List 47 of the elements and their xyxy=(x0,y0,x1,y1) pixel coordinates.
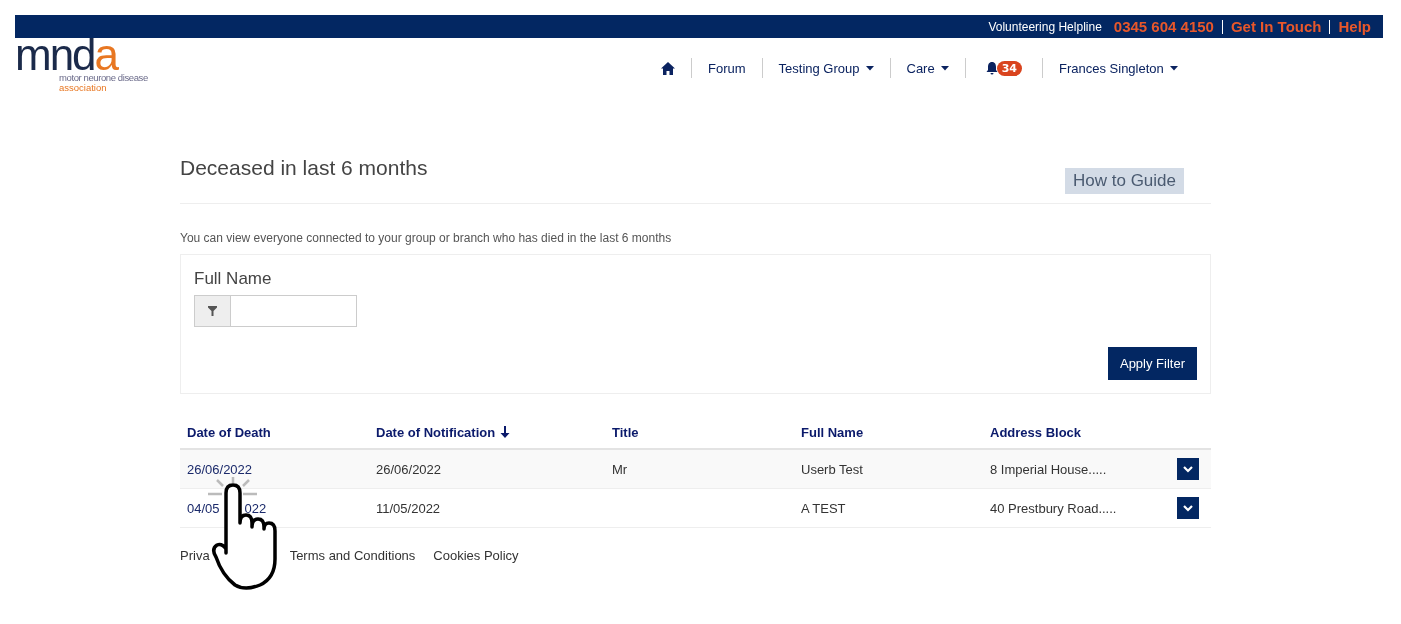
logo-tagline: motor neurone disease xyxy=(58,72,149,83)
date-link[interactable]: 26/06/2022 xyxy=(187,461,253,477)
apply-filter-button[interactable]: Apply Filter xyxy=(1107,347,1197,380)
nav-link[interactable]: Forum xyxy=(708,60,746,76)
table-cell: Userb Test xyxy=(801,461,863,477)
helpline-phone: 0345 604 4150 xyxy=(1113,18,1214,35)
caret-icon xyxy=(940,65,949,71)
notification-badge: 34 xyxy=(996,60,1022,76)
home-icon[interactable] xyxy=(661,61,675,75)
column-header[interactable]: Address Block xyxy=(990,424,1082,440)
intro-text: You can view everyone connected to your group or branch who has died in the last 6 months xyxy=(180,231,673,245)
top-link[interactable]: Get In Touch xyxy=(1230,18,1322,35)
footer-link[interactable]: Priva xyxy=(180,548,210,563)
nav-dropdown[interactable]: Frances Singleton xyxy=(1059,60,1178,76)
expand-row-button[interactable] xyxy=(1177,458,1199,480)
table-cell: 26/06/2022 xyxy=(376,461,442,477)
top-link[interactable]: Help xyxy=(1338,18,1371,35)
sort-arrow-icon xyxy=(500,426,511,438)
footer-link[interactable]: Cookies Policy xyxy=(433,548,519,563)
column-header[interactable]: Title xyxy=(612,424,639,440)
date-link[interactable]: 022 xyxy=(244,500,267,516)
logo-tagline: association xyxy=(58,83,108,93)
table-cell: 11/05/2022 xyxy=(376,500,441,516)
table-cell: Mr xyxy=(612,461,628,477)
date-link[interactable]: 04/05 xyxy=(187,500,220,516)
footer-link[interactable]: Terms and Conditions xyxy=(289,548,416,563)
caret-icon xyxy=(865,65,874,71)
name-input-field[interactable] xyxy=(230,295,357,327)
helpline-label: Volunteering Helpline xyxy=(988,19,1102,34)
logo-mark: mnda xyxy=(15,38,118,72)
expand-row-button[interactable] xyxy=(1177,497,1199,519)
nav-dropdown[interactable]: Care xyxy=(906,60,949,76)
guide-button[interactable]: How to Guide xyxy=(1065,168,1184,194)
filter-icon xyxy=(194,295,230,327)
chevron-down-icon xyxy=(1183,465,1193,473)
nav-dropdown[interactable]: Testing Group xyxy=(778,60,874,76)
column-header[interactable]: Full Name xyxy=(801,424,864,440)
page-title: Deceased in last 6 months xyxy=(180,156,428,180)
table-cell: 8 Imperial House..... xyxy=(990,461,1107,477)
field-label: Full Name xyxy=(194,269,273,289)
table-cell: A TEST xyxy=(801,500,846,516)
column-header[interactable]: Date of Death xyxy=(187,424,271,440)
table-cell: 40 Prestbury Road..... xyxy=(990,500,1117,516)
bell-icon[interactable] xyxy=(985,61,998,75)
chevron-down-icon xyxy=(1183,504,1193,512)
column-header[interactable]: Date of Notification xyxy=(376,424,511,440)
caret-icon xyxy=(1169,65,1178,71)
